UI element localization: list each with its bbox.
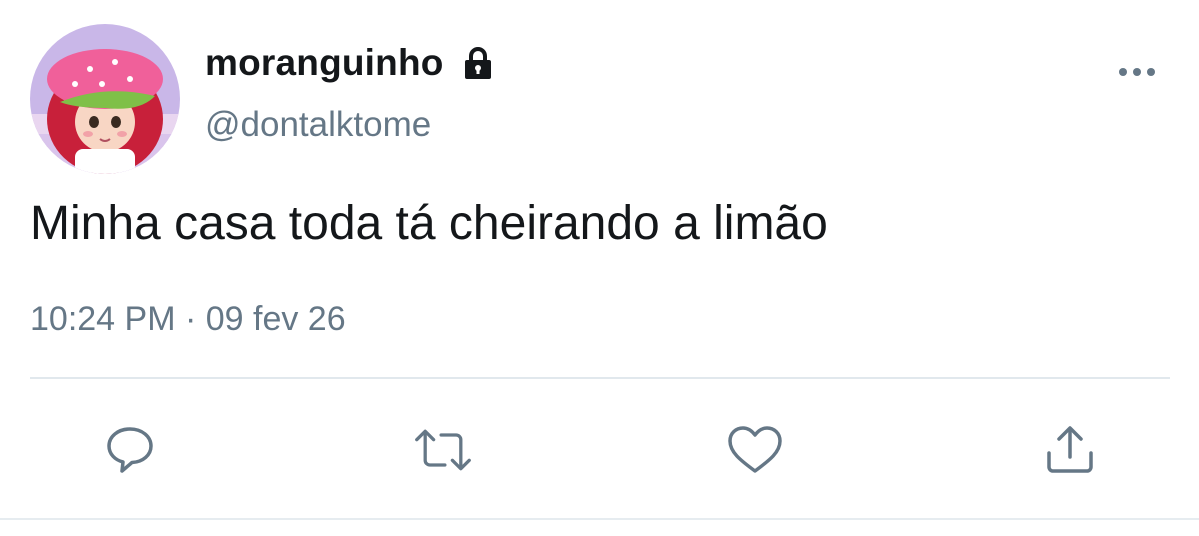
- bottom-divider: [0, 518, 1199, 520]
- retweet-icon: [415, 429, 471, 471]
- share-button[interactable]: [1040, 420, 1100, 480]
- reply-button[interactable]: [100, 420, 160, 480]
- tweet-timestamp[interactable]: 10:24 PM · 09 fev 26: [30, 300, 346, 339]
- more-options-icon[interactable]: [1115, 62, 1159, 82]
- avatar-image: [30, 24, 180, 174]
- heart-icon: [728, 426, 782, 473]
- username[interactable]: @dontalktome: [205, 105, 431, 145]
- share-icon: [1047, 426, 1093, 473]
- display-name-row: moranguinho: [205, 40, 496, 86]
- display-name[interactable]: moranguinho: [205, 42, 444, 84]
- like-button[interactable]: [725, 420, 785, 480]
- avatar[interactable]: [30, 24, 180, 174]
- tweet-text: Minha casa toda tá cheirando a limão: [30, 197, 828, 250]
- reply-icon: [107, 427, 153, 473]
- lock-icon: [460, 45, 496, 81]
- retweet-button[interactable]: [413, 420, 473, 480]
- divider: [30, 377, 1170, 379]
